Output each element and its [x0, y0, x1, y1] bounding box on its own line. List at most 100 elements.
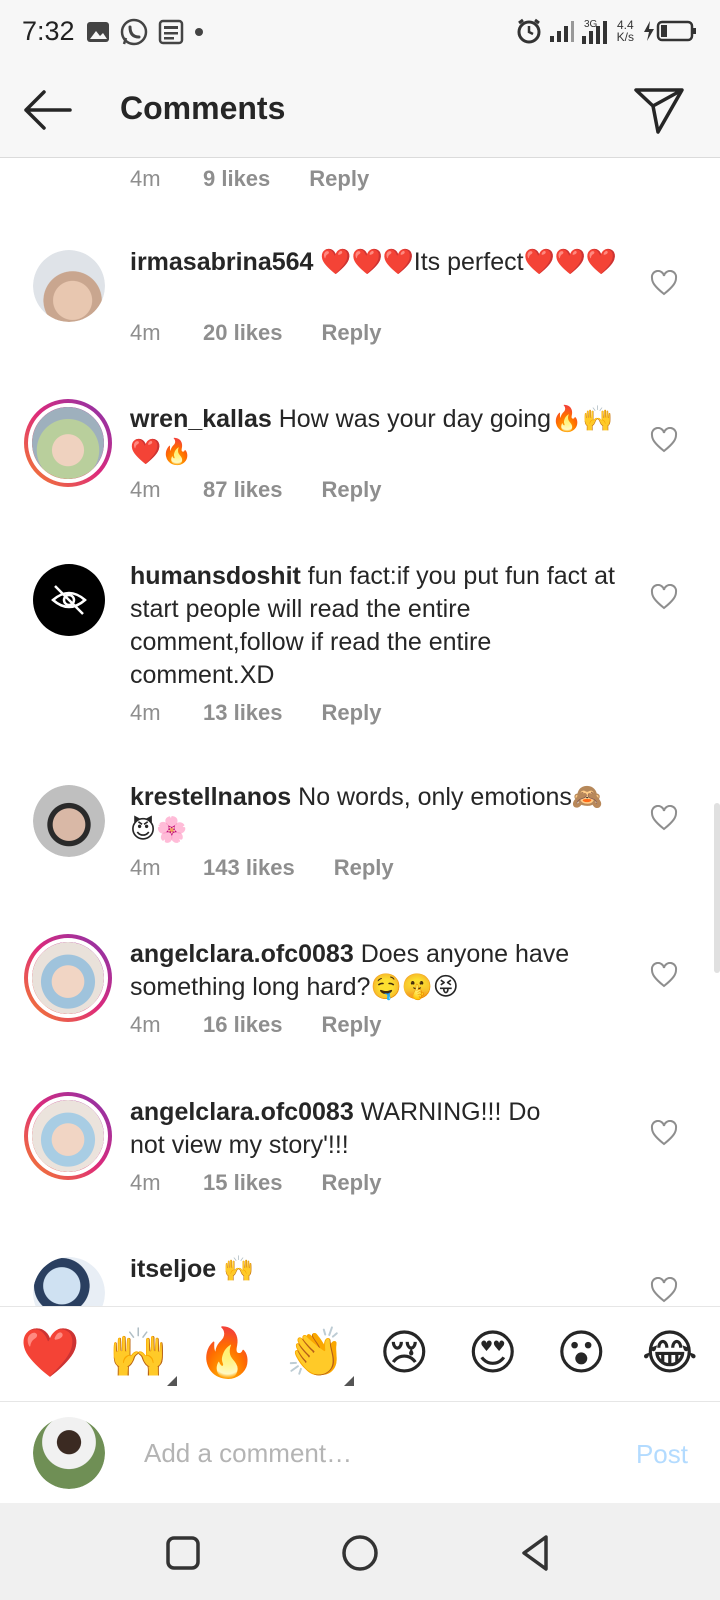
paper-plane-icon[interactable]	[632, 84, 686, 136]
current-user-avatar[interactable]	[33, 1417, 105, 1489]
emoji-raised-hands-button[interactable]: 🙌	[107, 1322, 177, 1386]
comment-time: 4m	[130, 855, 161, 880]
heart-icon[interactable]	[650, 1120, 678, 1146]
emoji-clap: 👏	[285, 1327, 346, 1380]
avatar[interactable]	[33, 564, 105, 636]
emoji-clap-button[interactable]: 👏	[284, 1322, 354, 1386]
comment-body: ❤️❤️❤️Its perfect❤️❤️❤️	[320, 248, 617, 276]
heart-icon[interactable]	[650, 270, 678, 296]
comment-time: 4m	[130, 700, 161, 725]
reply-button[interactable]: Reply	[322, 320, 382, 346]
comment-meta: 4m 9 likes Reply	[130, 166, 369, 192]
system-nav-bar	[0, 1503, 720, 1600]
circle-icon[interactable]	[338, 1531, 382, 1575]
avatar[interactable]	[33, 785, 105, 857]
alarm-icon	[517, 18, 541, 44]
emoji-heart-eyes-button[interactable]: 😍	[461, 1322, 525, 1386]
dot-icon	[195, 28, 203, 36]
gallery-icon	[87, 22, 109, 42]
comment-username[interactable]: itseljoe	[130, 1255, 216, 1283]
comment-time: 4m	[130, 1012, 161, 1037]
comment-meta: 4m 20 likes Reply	[130, 320, 381, 346]
emoji-heart-button[interactable]: ❤️	[18, 1322, 82, 1386]
comment-meta: 4m 16 likes Reply	[130, 1012, 381, 1038]
news-icon	[158, 19, 184, 45]
emoji-raised-hands: 🙌	[108, 1327, 169, 1380]
eye-slash-icon	[51, 585, 87, 615]
comment-time: 4m	[130, 320, 161, 345]
emoji-fire-button[interactable]: 🔥	[195, 1322, 259, 1386]
arrow-left-icon[interactable]	[20, 86, 76, 134]
reply-button[interactable]: Reply	[322, 1170, 382, 1196]
page-title: Comments	[120, 90, 286, 126]
comment-meta: 4m 143 likes Reply	[130, 855, 394, 881]
header: Comments	[0, 62, 720, 158]
comment-text: wren_kallas How was your day going🔥🙌❤️🔥	[130, 403, 620, 469]
comment-username[interactable]: irmasabrina564	[130, 248, 313, 276]
whatsapp-icon	[120, 18, 148, 46]
comment-item: humansdoshit fun fact:if you put fun fac…	[0, 560, 720, 770]
comment-text: itseljoe 🙌	[130, 1253, 620, 1286]
emoji-surprised-button[interactable]: 😮	[549, 1322, 613, 1386]
heart-icon[interactable]	[650, 962, 678, 988]
heart-icon[interactable]	[650, 1277, 678, 1303]
avatar-story-ring[interactable]	[24, 1092, 112, 1180]
comment-username[interactable]: wren_kallas	[130, 405, 272, 433]
triangle-back-icon[interactable]	[514, 1531, 558, 1575]
comment-text: humansdoshit fun fact:if you put fun fac…	[130, 560, 620, 692]
signal-3g-icon: 3G	[581, 19, 607, 44]
emoji-quick-bar: ❤️ 🙌 🔥 👏 😢 😍 😮 😂	[0, 1306, 720, 1402]
avatar-story-ring[interactable]	[24, 399, 112, 487]
signal-icon	[549, 21, 574, 42]
comment-likes[interactable]: 143 likes	[203, 855, 295, 881]
comment-list[interactable]: 4m 9 likes Reply irmasabrina564 ❤️❤️❤️It…	[0, 158, 720, 1306]
comment-item: wren_kallas How was your day going🔥🙌❤️🔥 …	[0, 399, 720, 553]
status-bar: 7:32 3G 4.4 K/s	[0, 0, 720, 62]
comment-likes[interactable]: 20 likes	[203, 320, 283, 346]
comment-likes[interactable]: 16 likes	[203, 1012, 283, 1038]
comment-text: irmasabrina564 ❤️❤️❤️Its perfect❤️❤️❤️	[130, 246, 620, 279]
system-icons: 3G 4.4 K/s	[515, 14, 698, 48]
comment-composer: Post	[0, 1403, 720, 1503]
comment-time: 4m	[130, 477, 161, 502]
comment-username[interactable]: angelclara.ofc0083	[130, 940, 354, 968]
scrollbar[interactable]	[714, 803, 720, 973]
reply-button[interactable]: Reply	[309, 166, 369, 192]
comment-meta: 4m 15 likes Reply	[130, 1170, 381, 1196]
comment-text: angelclara.ofc0083 Does anyone have some…	[130, 938, 620, 1004]
avatar[interactable]	[33, 1257, 105, 1306]
avatar[interactable]	[33, 250, 105, 322]
comment-text: angelclara.ofc0083 WARNING!!! Do not vie…	[130, 1096, 550, 1162]
heart-icon[interactable]	[650, 427, 678, 453]
comment-text: krestellnanos No words, only emotions🙈😈🌸	[130, 781, 620, 847]
reply-button[interactable]: Reply	[322, 1012, 382, 1038]
comment-meta: 4m 13 likes Reply	[130, 700, 381, 726]
comment-input[interactable]	[144, 1431, 584, 1475]
emoji-laugh-button[interactable]: 😂	[638, 1322, 702, 1386]
avatar-story-ring[interactable]	[24, 934, 112, 1022]
comment-time: 4m	[130, 166, 161, 191]
comment-time: 4m	[130, 1170, 161, 1195]
reply-button[interactable]: Reply	[322, 477, 382, 503]
comment-item: irmasabrina564 ❤️❤️❤️Its perfect❤️❤️❤️ 4…	[0, 246, 720, 396]
battery-charging-icon	[644, 20, 696, 42]
comment-likes[interactable]: 13 likes	[203, 700, 283, 726]
square-icon[interactable]	[161, 1531, 205, 1575]
comment-username[interactable]: humansdoshit	[130, 562, 301, 590]
skin-tone-indicator-icon	[166, 1376, 177, 1386]
reply-button[interactable]: Reply	[322, 700, 382, 726]
reply-button[interactable]: Reply	[334, 855, 394, 881]
heart-icon[interactable]	[650, 584, 678, 610]
comment-likes[interactable]: 9 likes	[203, 166, 270, 192]
comment-username[interactable]: krestellnanos	[130, 783, 291, 811]
comment-username[interactable]: angelclara.ofc0083	[130, 1098, 354, 1126]
skin-tone-indicator-icon	[343, 1376, 354, 1386]
post-button[interactable]: Post	[636, 1439, 688, 1470]
comment-likes[interactable]: 87 likes	[203, 477, 283, 503]
comment-item: angelclara.ofc0083 Does anyone have some…	[0, 934, 720, 1088]
notification-icons	[86, 18, 205, 46]
comment-item: itseljoe 🙌	[0, 1253, 720, 1306]
comment-likes[interactable]: 15 likes	[203, 1170, 283, 1196]
emoji-cry-button[interactable]: 😢	[372, 1322, 436, 1386]
heart-icon[interactable]	[650, 805, 678, 831]
